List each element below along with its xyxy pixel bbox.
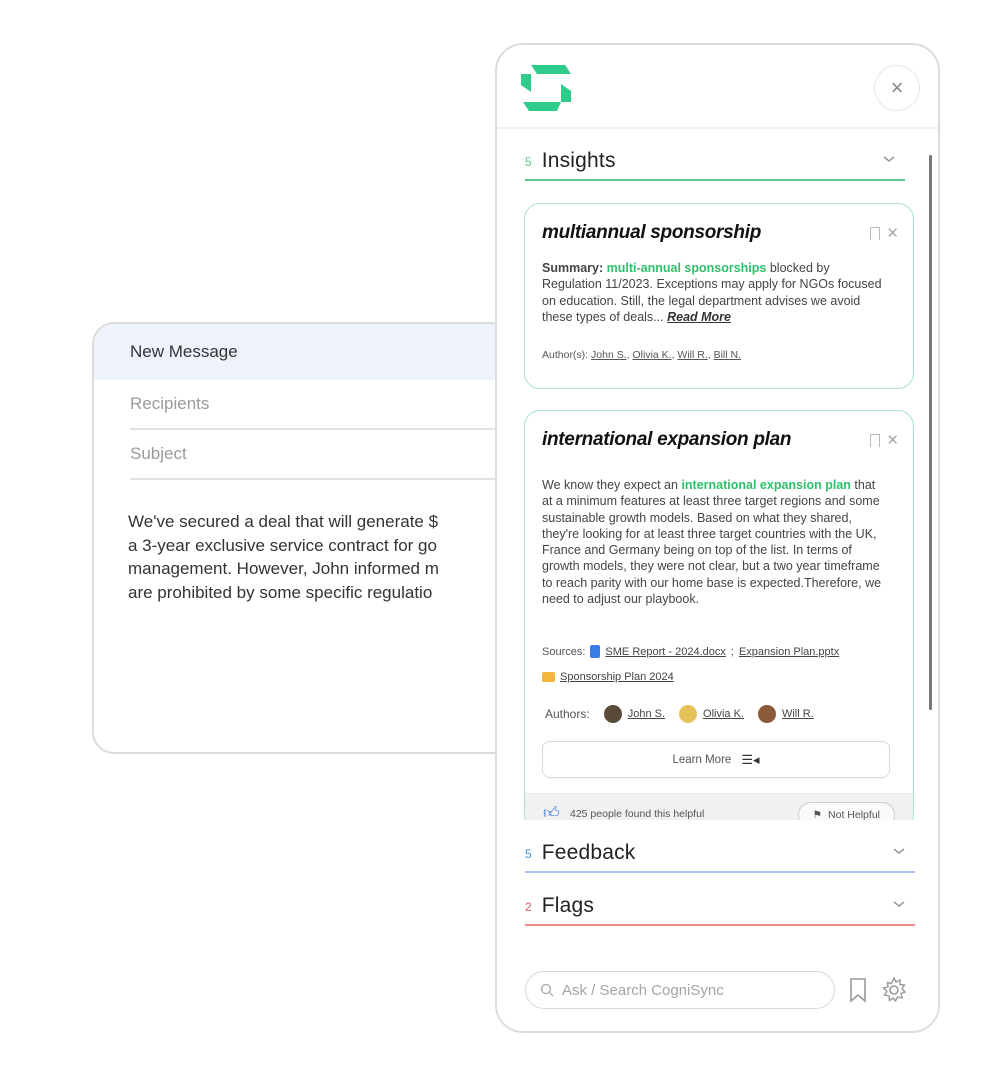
insight-card: international expansion plan ✕ We know t… (524, 410, 914, 830)
body-text: We know they expect an (542, 478, 682, 492)
bookmark-icon[interactable] (870, 226, 881, 240)
learn-more-label: Learn More (672, 753, 732, 766)
gear-icon[interactable] (879, 975, 909, 1005)
panel-header: × (497, 45, 938, 129)
feedback-title: Feedback (541, 841, 636, 864)
avatar (757, 705, 776, 723)
bookmark-icon[interactable] (870, 433, 881, 447)
insight-card: multiannual sponsorship ✕ Summary: multi… (524, 203, 914, 389)
author-link[interactable]: Will R. (782, 708, 814, 720)
helpful-count: 425 people found this helpful (570, 808, 705, 820)
chevron-down-icon[interactable] (891, 843, 907, 859)
sources-row-2: Sponsorship Plan 2024 (542, 671, 674, 683)
source-link[interactable]: Expansion Plan.pptx (739, 646, 839, 658)
chevron-down-icon[interactable] (881, 151, 897, 167)
composer-header: New Message (94, 324, 550, 380)
card-body: We know they expect an international exp… (542, 477, 887, 607)
insights-underline (525, 179, 905, 181)
flags-count: 2 (525, 900, 532, 914)
authors-label: Authors: (545, 707, 590, 721)
feedback-underline (525, 871, 915, 873)
subject-field[interactable]: Subject (130, 430, 550, 480)
source-link[interactable]: SME Report - 2024.docx (605, 646, 725, 658)
search-box[interactable] (525, 971, 835, 1009)
section-insights[interactable]: 5 Insights (525, 141, 905, 181)
mail-icon (542, 672, 555, 682)
card-title: international expansion plan (542, 429, 792, 450)
card-title: multiannual sponsorship (542, 222, 762, 243)
body-line: management. However, John informed m (128, 559, 439, 578)
read-more-link[interactable]: Read More (667, 310, 731, 324)
body-line: We've secured a deal that will generate … (128, 512, 439, 531)
avatar (603, 705, 622, 723)
section-flags[interactable]: 2 Flags (525, 886, 915, 926)
insights-count: 5 (525, 155, 532, 169)
email-composer: New Message Recipients Subject We've sec… (92, 322, 552, 754)
insights-title: Insights (541, 149, 616, 172)
feedback-count: 5 (525, 847, 532, 861)
author-link[interactable]: John S. (628, 708, 665, 720)
author-link[interactable]: John S. (591, 349, 627, 361)
subject-placeholder[interactable]: Subject (130, 444, 187, 464)
author-link[interactable]: Bill N. (714, 349, 741, 361)
recipients-placeholder[interactable]: Recipients (130, 394, 209, 414)
body-line: are prohibited by some specific regulati… (128, 582, 433, 602)
learn-more-icon: ☰◂ (741, 751, 760, 767)
card-summary: Summary: multi-annual sponsorships block… (542, 260, 887, 325)
message-body[interactable]: We've secured a deal that will generate … (94, 480, 550, 604)
body-text: that at a minimum features at least thre… (542, 478, 882, 607)
search-input[interactable] (562, 981, 812, 999)
bookmark-icon[interactable] (843, 975, 873, 1005)
avatar (679, 705, 698, 723)
dismiss-icon[interactable]: ✕ (886, 224, 899, 242)
card-authors: Author(s): John S., Olivia K., Will R., … (542, 349, 742, 361)
sources-row: Sources: SME Report - 2024.docx; Expansi… (542, 645, 840, 658)
cognisync-panel: × 5 Insights multiannual sponsorship ✕ S… (495, 43, 940, 1033)
author-link[interactable]: Olivia K. (703, 708, 744, 720)
card-authors: Authors: John S. Olivia K. Will R. (545, 705, 814, 723)
search-icon (540, 983, 554, 997)
chevron-down-icon[interactable] (891, 896, 907, 912)
dismiss-icon[interactable]: ✕ (886, 431, 899, 449)
section-feedback[interactable]: 5 Feedback (525, 833, 915, 873)
body-highlight[interactable]: international expansion plan (681, 478, 850, 492)
source-link[interactable]: Sponsorship Plan 2024 (560, 671, 674, 683)
authors-label: Author(s): (542, 349, 589, 361)
flags-title: Flags (541, 894, 595, 917)
author-link[interactable]: Will R. (677, 349, 707, 361)
summary-highlight[interactable]: multi-annual sponsorships (607, 261, 767, 275)
cognisync-logo-icon (521, 65, 571, 111)
flags-underline (525, 924, 915, 926)
scrollbar[interactable] (929, 155, 932, 710)
sources-label: Sources: (542, 645, 586, 658)
recipients-field[interactable]: Recipients (130, 380, 550, 430)
composer-title: New Message (130, 342, 238, 361)
document-icon (590, 645, 601, 658)
close-button[interactable]: × (874, 65, 920, 111)
learn-more-button[interactable]: Learn More ☰◂ (542, 741, 890, 778)
author-link[interactable]: Olivia K. (632, 349, 671, 361)
close-icon: × (890, 75, 904, 100)
summary-label: Summary: (542, 261, 604, 275)
body-line: a 3-year exclusive service contract for … (128, 535, 437, 555)
